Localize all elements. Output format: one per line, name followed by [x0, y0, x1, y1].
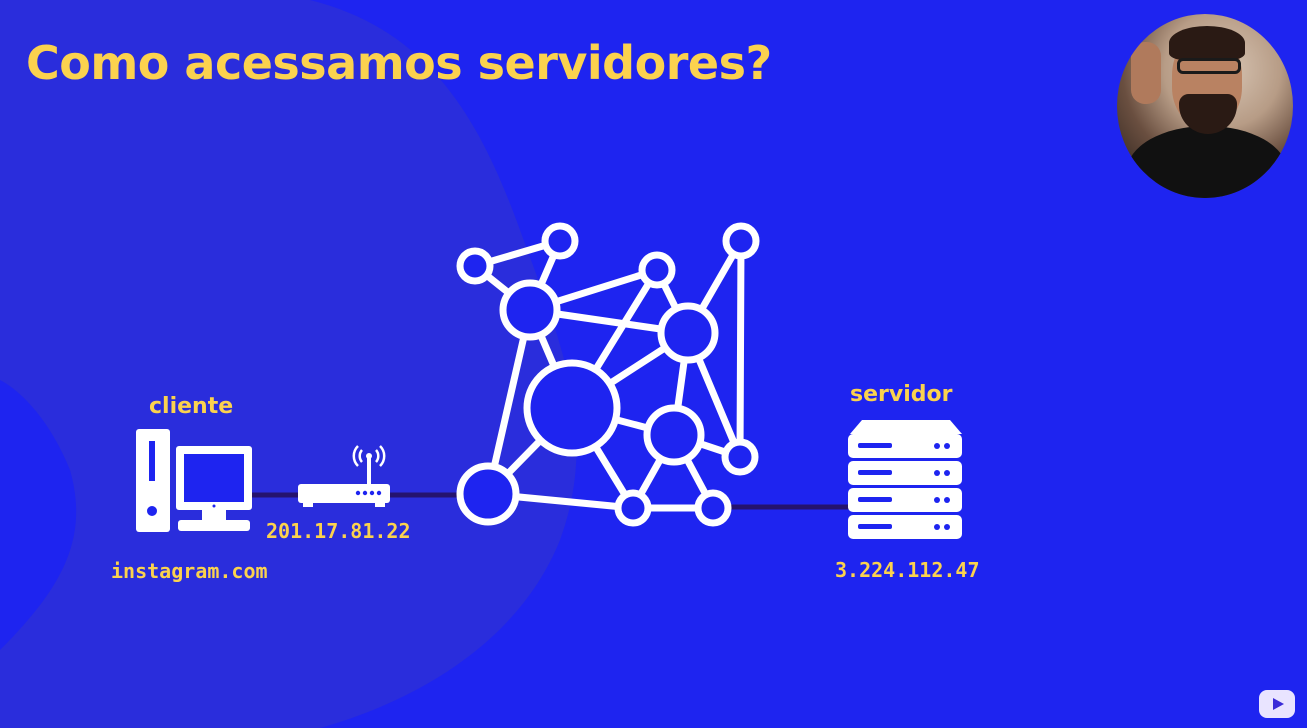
network-node — [456, 247, 494, 285]
diagram-canvas — [0, 0, 962, 728]
page-title: Como acessamos servidores? — [26, 36, 772, 90]
server-icon — [848, 420, 962, 539]
channel-logo-icon — [1259, 690, 1295, 718]
network-node — [657, 302, 719, 364]
network-node — [541, 222, 579, 260]
network-node — [638, 251, 676, 289]
router-ip-label: 201.17.81.22 — [266, 519, 411, 543]
network-node — [499, 279, 561, 341]
network-node — [721, 438, 759, 476]
network-node — [643, 404, 705, 466]
client-domain-label: instagram.com — [111, 559, 268, 583]
network-node — [614, 489, 652, 527]
background-blob — [0, 0, 577, 728]
network-node — [722, 222, 760, 260]
network-node — [694, 489, 732, 527]
server-ip-label: 3.224.112.47 — [835, 558, 980, 582]
network-node — [456, 462, 520, 526]
client-label: cliente — [149, 394, 234, 419]
presenter-webcam — [1117, 14, 1293, 198]
network-node — [523, 359, 621, 457]
server-label: servidor — [850, 382, 953, 407]
